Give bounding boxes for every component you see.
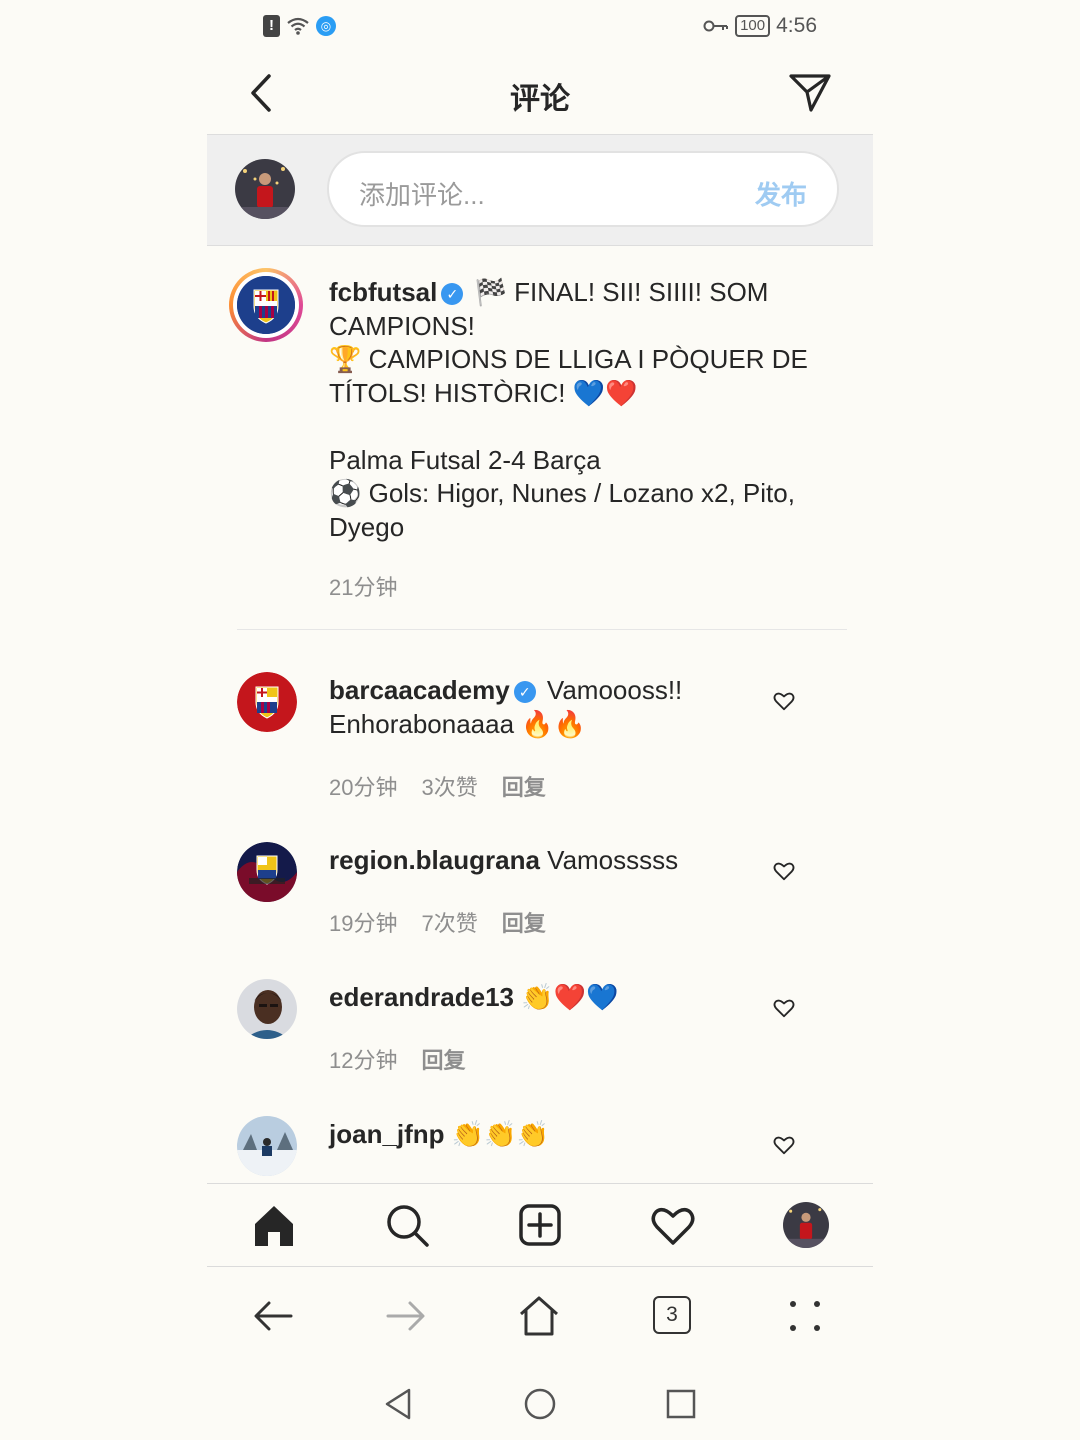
comment-username[interactable]: ederandrade13 bbox=[329, 982, 514, 1012]
wifi-icon bbox=[287, 17, 309, 35]
comment-meta: 19分钟 7次赞 回复 bbox=[329, 906, 546, 938]
caption-line-3: Palma Futsal 2-4 Barça bbox=[329, 444, 601, 475]
status-icons-right: 100 4:56 bbox=[703, 14, 817, 38]
browser-back-icon[interactable] bbox=[251, 1294, 295, 1338]
divider bbox=[237, 629, 847, 630]
system-home-icon[interactable] bbox=[522, 1386, 558, 1422]
browser-nav-bar: 3 bbox=[207, 1266, 873, 1366]
verified-badge-icon: ✓ bbox=[513, 681, 536, 703]
like-heart-icon[interactable] bbox=[773, 1134, 795, 1156]
system-recents-icon[interactable] bbox=[663, 1386, 699, 1422]
status-time: 4:56 bbox=[776, 14, 817, 37]
activity-heart-icon[interactable] bbox=[650, 1202, 696, 1248]
region-blaugrana-avatar[interactable] bbox=[237, 842, 297, 902]
caption-timestamp: 21分钟 bbox=[329, 575, 398, 600]
add-comment-bar: 添加评论... 发布 bbox=[207, 134, 873, 246]
avatar-ring-inner bbox=[233, 272, 299, 338]
comment-text: barcaacademy ✓ Vamoooss!! Enhorabonaaaa 🔥… bbox=[329, 674, 729, 741]
comment-meta: 12分钟 回复 bbox=[329, 1043, 466, 1075]
comment-username[interactable]: barcaacademy bbox=[329, 675, 510, 705]
browser-menu-icon[interactable] bbox=[783, 1294, 827, 1338]
app-bottom-nav bbox=[207, 1183, 873, 1267]
comment-text: ederandrade13 👏❤️💙 bbox=[329, 981, 749, 1015]
battery-indicator: 100 bbox=[735, 15, 771, 37]
caption-username[interactable]: fcbfutsal bbox=[329, 277, 437, 307]
send-icon[interactable] bbox=[787, 70, 833, 116]
home-icon[interactable] bbox=[251, 1202, 297, 1248]
caption-text: fcbfutsal ✓ 🏁 FINAL! SII! SIIII! SOM CAMP… bbox=[329, 276, 809, 544]
comment-text: joan_jfnp 👏👏👏 bbox=[329, 1118, 749, 1152]
post-button[interactable]: 发布 bbox=[755, 175, 807, 212]
verified-badge-icon: ✓ bbox=[441, 283, 464, 305]
comment-time: 12分钟 bbox=[329, 1048, 398, 1073]
like-heart-icon[interactable] bbox=[773, 997, 795, 1019]
browser-forward-icon[interactable] bbox=[384, 1294, 428, 1338]
comment-body: Vamosssss bbox=[547, 845, 679, 875]
like-heart-icon[interactable] bbox=[773, 690, 795, 712]
sim-alert-icon: ! bbox=[263, 15, 280, 37]
my-avatar[interactable] bbox=[235, 159, 295, 219]
comment-body: 👏👏👏 bbox=[451, 1119, 549, 1149]
caption-line-4: ⚽ Gols: Higor, Nunes / Lozano x2, Pito, … bbox=[329, 478, 795, 542]
browser-tabs-button[interactable]: 3 bbox=[653, 1296, 691, 1334]
comment-input-placeholder: 添加评论... bbox=[359, 180, 485, 210]
ederandrade13-avatar[interactable] bbox=[237, 979, 297, 1039]
comment-time: 19分钟 bbox=[329, 911, 398, 936]
comment-username[interactable]: region.blaugrana bbox=[329, 845, 540, 875]
reply-button[interactable]: 回复 bbox=[502, 906, 546, 938]
key-icon bbox=[703, 20, 729, 32]
status-bar: ! ◎ 100 4:56 bbox=[207, 0, 873, 54]
system-nav-bar bbox=[207, 1366, 873, 1440]
like-heart-icon[interactable] bbox=[773, 860, 795, 882]
comment-meta: 20分钟 3次赞 回复 bbox=[329, 770, 546, 802]
joan-jfnp-avatar[interactable] bbox=[237, 1116, 297, 1176]
system-back-icon[interactable] bbox=[381, 1386, 417, 1422]
browser-home-icon[interactable] bbox=[517, 1294, 561, 1338]
profile-avatar[interactable] bbox=[783, 1202, 829, 1248]
status-icons-left: ! ◎ bbox=[263, 15, 336, 37]
reply-button[interactable]: 回复 bbox=[502, 770, 546, 802]
search-icon[interactable] bbox=[384, 1202, 430, 1248]
barcaacademy-avatar[interactable] bbox=[237, 672, 297, 732]
comment-username[interactable]: joan_jfnp bbox=[329, 1119, 445, 1149]
comment-body: 👏❤️💙 bbox=[521, 982, 619, 1012]
app-screen: ! ◎ 100 4:56 评论 添加评论... 发布 fcbfutsal ✓ 🏁… bbox=[207, 0, 873, 1440]
page-title: 评论 bbox=[510, 83, 570, 116]
fcb-crest-icon bbox=[237, 276, 295, 334]
comment-text: region.blaugrana Vamosssss bbox=[329, 844, 749, 878]
comment-likes[interactable]: 3次赞 bbox=[421, 770, 477, 802]
caption-line-2: 🏆 CAMPIONS DE LLIGA I PÒQUER DE TÍTOLS! … bbox=[329, 344, 808, 408]
fcbfutsal-avatar[interactable] bbox=[229, 268, 303, 342]
comment-item: joan_jfnp 👏👏👏 bbox=[207, 1104, 873, 1183]
comment-input[interactable]: 添加评论... 发布 bbox=[327, 151, 839, 227]
new-post-icon[interactable] bbox=[517, 1202, 563, 1248]
comment-time: 20分钟 bbox=[329, 775, 398, 800]
app-notification-icon: ◎ bbox=[316, 16, 336, 36]
reply-button[interactable]: 回复 bbox=[421, 1043, 465, 1075]
comment-likes[interactable]: 7次赞 bbox=[421, 906, 477, 938]
post-caption: fcbfutsal ✓ 🏁 FINAL! SII! SIIII! SOM CAMP… bbox=[207, 246, 873, 630]
header: 评论 bbox=[207, 54, 873, 134]
